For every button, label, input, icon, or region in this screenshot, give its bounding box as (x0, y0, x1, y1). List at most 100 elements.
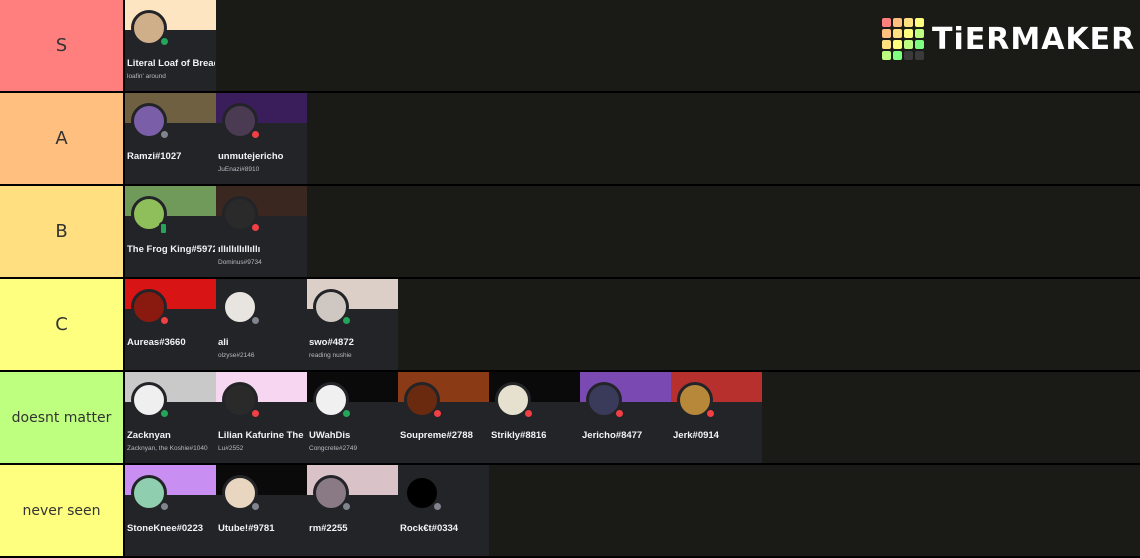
logo-text: TiERMAKER (932, 21, 1136, 57)
profile-card[interactable]: Zacknyan Zacknyan, the Koshie#1040 (125, 372, 216, 463)
tier-label[interactable]: never seen (0, 465, 123, 556)
profile-card[interactable]: StoneKnee#0223 (125, 465, 216, 556)
tier-label[interactable]: S (0, 0, 123, 91)
profile-card[interactable]: Strikly#8816 (489, 372, 580, 463)
profile-name: rm#2255 (309, 523, 348, 534)
status-dnd-icon (432, 408, 443, 419)
logo-grid-cell (915, 29, 924, 38)
profile-card[interactable]: ali olzyse#2146 (216, 279, 307, 370)
logo-grid-cell (893, 18, 902, 27)
tier-label[interactable]: A (0, 93, 123, 184)
profile-card[interactable]: Rock€t#0334 (398, 465, 489, 556)
profile-card[interactable]: UWahDis Congcrete#2749 (307, 372, 398, 463)
profile-card[interactable]: Soupreme#2788 (398, 372, 489, 463)
profile-name: Ramzi#1027 (127, 151, 182, 162)
profile-name: Strikly#8816 (491, 430, 547, 441)
logo-grid-cell (893, 51, 902, 60)
profile-name: ali (218, 337, 229, 348)
profile-card[interactable]: Utube!#9781 (216, 465, 307, 556)
status-idle-icon (250, 501, 261, 512)
profile-name: Literal Loaf of Bread#3 (127, 58, 215, 69)
profile-subtitle: reading nushie (309, 352, 352, 359)
logo-grid-cell (893, 29, 902, 38)
tier-items[interactable]: Aureas#3660 ali olzyse#2146 swo#4872 reading… (125, 279, 1140, 370)
logo-grid-cell (904, 29, 913, 38)
profile-name: Jerk#0914 (673, 430, 719, 441)
profile-name: Lilian Kafurine The II (218, 430, 306, 441)
logo-grid-cell (893, 40, 902, 49)
status-idle-icon (250, 315, 261, 326)
logo-grid-cell (915, 40, 924, 49)
status-dnd-icon (250, 129, 261, 140)
logo-grid-cell (882, 29, 891, 38)
profile-name: Rock€t#0334 (400, 523, 459, 534)
status-online-icon (159, 36, 170, 47)
tier-row: B The Frog King#5972 ıllıllıllıllıllı Domin… (0, 186, 1140, 277)
profile-name: ıllıllıllıllıllı (218, 244, 261, 255)
profile-name: Utube!#9781 (218, 523, 275, 534)
status-dnd-icon (705, 408, 716, 419)
profile-name: unmutejericho (218, 151, 284, 162)
profile-name: UWahDis (309, 430, 351, 441)
status-online-icon (341, 408, 352, 419)
tier-items[interactable]: Ramzi#1027 unmutejericho JuEnazi#8910 (125, 93, 1140, 184)
tier-label[interactable]: C (0, 279, 123, 370)
tier-row: C Aureas#3660 ali olzyse#2146 swo#4872 readin… (0, 279, 1140, 370)
status-idle-icon (159, 501, 170, 512)
tier-row: A Ramzi#1027 unmutejericho JuEnazi#8910 (0, 93, 1140, 184)
logo-grid-cell (882, 51, 891, 60)
status-dnd-icon (250, 222, 261, 233)
profile-card[interactable]: ıllıllıllıllıllı Dominus#9734 (216, 186, 307, 277)
status-dnd-icon (159, 315, 170, 326)
profile-subtitle: olzyse#2146 (218, 352, 255, 359)
profile-name: Jericho#8477 (582, 430, 643, 441)
tier-row: doesnt matter Zacknyan Zacknyan, the Koshi… (0, 372, 1140, 463)
logo-grid-cell (904, 40, 913, 49)
profile-card[interactable]: Lilian Kafurine The II Lu#2552 (216, 372, 307, 463)
tier-row: never seen StoneKnee#0223 Utube!#9781 rm#22… (0, 465, 1140, 556)
profile-card[interactable]: The Frog King#5972 (125, 186, 216, 277)
tier-label[interactable]: doesnt matter (0, 372, 123, 463)
logo-grid-cell (882, 18, 891, 27)
status-online-icon (159, 408, 170, 419)
profile-card[interactable]: Jericho#8477 (580, 372, 671, 463)
tiermaker-grid-icon (882, 18, 924, 60)
status-idle-icon (341, 501, 352, 512)
profile-name: The Frog King#5972 (127, 244, 215, 255)
profile-name: swo#4872 (309, 337, 354, 348)
profile-name: Aureas#3660 (127, 337, 186, 348)
status-online-icon (341, 315, 352, 326)
logo-grid-cell (915, 51, 924, 60)
profile-card[interactable]: unmutejericho JuEnazi#8910 (216, 93, 307, 184)
profile-card[interactable]: Ramzi#1027 (125, 93, 216, 184)
logo-grid-cell (915, 18, 924, 27)
logo-grid-cell (882, 40, 891, 49)
status-dnd-icon (614, 408, 625, 419)
profile-subtitle: Zacknyan, the Koshie#1040 (127, 445, 208, 452)
tier-items[interactable]: Zacknyan Zacknyan, the Koshie#1040 Lilian … (125, 372, 1140, 463)
profile-card[interactable]: Literal Loaf of Bread#3 loafin' around (125, 0, 216, 91)
status-idle-icon (432, 501, 443, 512)
tier-label[interactable]: B (0, 186, 123, 277)
profile-name: Zacknyan (127, 430, 171, 441)
status-dnd-icon (250, 408, 261, 419)
profile-subtitle: JuEnazi#8910 (218, 166, 260, 173)
status-dnd-icon (523, 408, 534, 419)
profile-name: Soupreme#2788 (400, 430, 473, 441)
profile-card[interactable]: rm#2255 (307, 465, 398, 556)
tier-list-board: SLiteral Loaf of Bread#3loafin' aroundAR… (0, 0, 1140, 558)
profile-subtitle: loafin' around (127, 73, 166, 80)
status-idle-icon (159, 129, 170, 140)
profile-name: StoneKnee#0223 (127, 523, 204, 534)
profile-subtitle: Lu#2552 (218, 445, 244, 452)
tier-items[interactable]: The Frog King#5972 ıllıllıllıllıllı Dominu… (125, 186, 1140, 277)
logo-grid-cell (904, 51, 913, 60)
tier-items[interactable]: StoneKnee#0223 Utube!#9781 rm#2255 Rock€t#0… (125, 465, 1140, 556)
status-mobile-icon (159, 222, 168, 235)
logo-grid-cell (904, 18, 913, 27)
tiermaker-logo: TiERMAKER (882, 18, 1135, 60)
profile-card[interactable]: Jerk#0914 (671, 372, 762, 463)
profile-card[interactable]: swo#4872 reading nushie (307, 279, 398, 370)
profile-subtitle: Congcrete#2749 (309, 445, 358, 452)
profile-card[interactable]: Aureas#3660 (125, 279, 216, 370)
